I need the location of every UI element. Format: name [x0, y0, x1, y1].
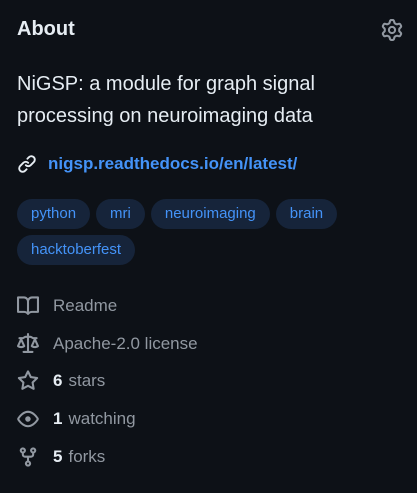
topic-python[interactable]: python [17, 199, 91, 229]
about-heading: About [17, 18, 75, 40]
topics-list: python mri neuroimaging brain hacktoberf… [17, 199, 407, 265]
topic-brain[interactable]: brain [275, 199, 338, 229]
law-scale-icon [17, 332, 39, 353]
gear-icon[interactable] [381, 19, 403, 41]
stars-label: stars [68, 371, 106, 391]
license-link[interactable]: Apache-2.0 license [17, 330, 198, 358]
book-icon [17, 296, 39, 315]
forks-count: 5 [53, 446, 63, 466]
fork-icon [19, 447, 37, 467]
repo-meta-list: Readme Apache-2.0 license 6 stars 1 watc… [17, 292, 198, 480]
forks-link[interactable]: 5 forks [17, 443, 198, 471]
website-link-row[interactable]: nigsp.readthedocs.io/en/latest/ [17, 152, 297, 176]
watchers-link[interactable]: 1 watching [17, 405, 198, 433]
readme-link[interactable]: Readme [17, 292, 198, 320]
topic-neuroimaging[interactable]: neuroimaging [150, 199, 270, 229]
repo-description: NiGSP: a module for graph signal process… [17, 73, 315, 127]
eye-icon [17, 410, 39, 428]
topic-hacktoberfest[interactable]: hacktoberfest [17, 235, 136, 265]
link-icon [18, 155, 36, 173]
stars-count: 6 [53, 371, 63, 391]
readme-label: Readme [53, 296, 118, 315]
about-panel: About NiGSP: a module for graph signal p… [0, 0, 417, 493]
watching-count: 1 [53, 409, 63, 429]
watching-label: watching [68, 409, 136, 429]
website-link[interactable]: nigsp.readthedocs.io/en/latest/ [48, 154, 297, 174]
stars-link[interactable]: 6 stars [17, 367, 198, 395]
star-icon [17, 370, 39, 391]
topic-mri[interactable]: mri [96, 199, 145, 229]
forks-label: forks [68, 446, 106, 466]
license-label: Apache-2.0 license [53, 333, 198, 353]
